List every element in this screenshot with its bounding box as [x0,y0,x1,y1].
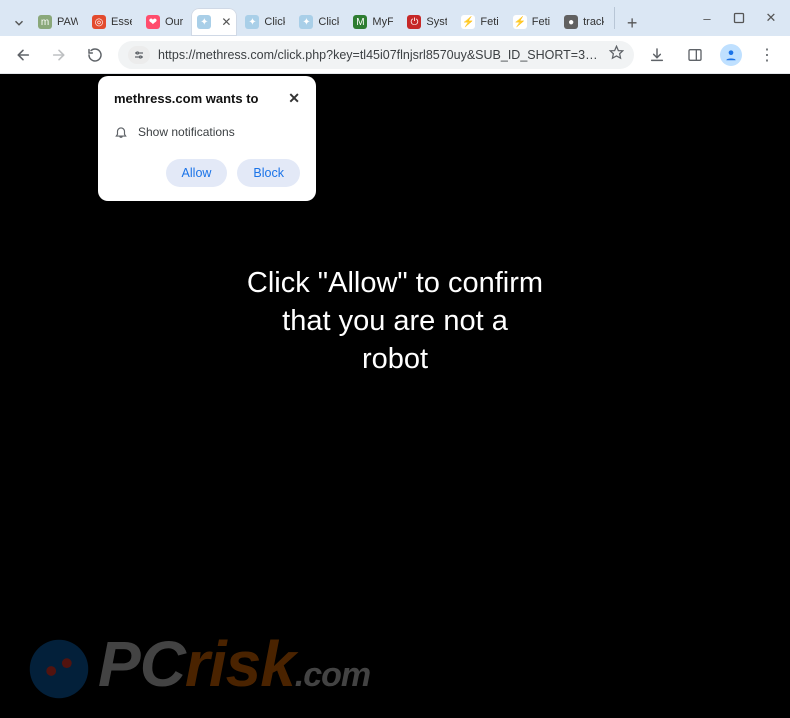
chrome-menu-button[interactable]: ⋮ [754,42,780,68]
sidepanel-button[interactable] [682,42,708,68]
forward-button[interactable] [46,42,72,68]
browser-tab[interactable]: ◎ Esse [86,8,138,36]
tab-favicon: ✦ [245,15,259,29]
toolbar-right: ⋮ [644,42,780,68]
arrow-left-icon [15,47,31,63]
prompt-close-button[interactable]: ✕ [288,90,300,107]
window-minimize-button[interactable]: – [692,4,722,32]
chevron-down-icon [12,16,26,30]
watermark-text-c: .com [295,656,370,694]
tab-title: Our [165,16,183,28]
watermark-text-a: PC [98,628,185,700]
watermark-text: PCrisk.com [98,634,370,705]
page-message-line3: robot [0,340,790,378]
bell-icon [114,125,128,139]
notification-permission-prompt: methress.com wants to ✕ Show notificatio… [98,76,316,201]
tab-favicon: m [38,15,52,29]
bookmark-button[interactable] [609,45,624,64]
tab-title: track [583,16,604,28]
tab-title: Esse [111,16,132,28]
url-text: https://methress.com/click.php?key=tl45i… [158,48,601,62]
tab-favicon: ⚡ [461,15,475,29]
browser-tab[interactable]: m PAW [32,8,84,36]
download-icon [649,47,665,63]
tab-favicon: M [353,15,367,29]
tab-title: MyF [372,16,393,28]
back-button[interactable] [10,42,36,68]
tab-title: Click [264,16,285,28]
tab-title: Syst [426,16,447,28]
browser-tab[interactable]: ❤ Our [140,8,189,36]
watermark-icon [20,630,98,708]
maximize-icon [733,12,745,24]
browser-tab[interactable]: ● track [558,8,610,36]
browser-tab[interactable]: ⏻ Syst [401,8,453,36]
window-controls: – ✕ [692,0,786,36]
tab-divider [614,7,615,29]
downloads-button[interactable] [644,42,670,68]
address-bar[interactable]: https://methress.com/click.php?key=tl45i… [118,41,634,69]
person-icon [724,48,738,62]
profile-button[interactable] [720,44,742,66]
browser-tab[interactable]: ✦ Click [239,8,291,36]
site-info-button[interactable] [128,46,150,64]
reload-icon [87,47,103,63]
tab-title: Click [318,16,339,28]
prompt-permission-label: Show notifications [138,125,235,139]
tab-title: Feti [532,16,550,28]
browser-tab[interactable]: ✦✕ [191,8,237,36]
panel-icon [687,47,703,63]
tab-favicon: ❤ [146,15,160,29]
tab-title: PAW [57,16,78,28]
browser-tab[interactable]: ⚡ Feti [507,8,556,36]
tab-favicon: ✦ [197,15,211,29]
block-button[interactable]: Block [237,159,300,187]
browser-tab[interactable]: ⚡ Feti [455,8,504,36]
tab-favicon: ● [564,15,578,29]
new-tab-button[interactable]: + [619,10,645,36]
tab-favicon: ⚡ [513,15,527,29]
search-tabs-button[interactable] [6,10,32,36]
window-close-button[interactable]: ✕ [756,4,786,32]
watermark-text-b: risk [185,628,295,700]
browser-tab[interactable]: ✦ Click [293,8,345,36]
tab-favicon: ◎ [92,15,106,29]
arrow-right-icon [51,47,67,63]
watermark: PCrisk.com [20,630,370,708]
reload-button[interactable] [82,42,108,68]
page-message: Click "Allow" to confirm that you are no… [0,264,790,378]
page-viewport: methress.com wants to ✕ Show notificatio… [0,74,790,718]
tab-title: Feti [480,16,498,28]
star-icon [609,45,624,60]
allow-button[interactable]: Allow [166,159,228,187]
prompt-title: methress.com wants to [114,91,259,106]
tune-icon [133,49,145,61]
browser-toolbar: https://methress.com/click.php?key=tl45i… [0,36,790,74]
tab-favicon: ⏻ [407,15,421,29]
page-message-line1: Click "Allow" to confirm [0,264,790,302]
browser-tab[interactable]: M MyF [347,8,399,36]
page-message-line2: that you are not a [0,302,790,340]
tab-close-button[interactable]: ✕ [221,16,231,28]
tabs-host: mPAW◎Esse❤Our✦✕✦Click✦ClickMMyF⏻Syst⚡Fet… [32,8,610,36]
window-maximize-button[interactable] [724,4,754,32]
tab-favicon: ✦ [299,15,313,29]
browser-tabstrip: mPAW◎Esse❤Our✦✕✦Click✦ClickMMyF⏻Syst⚡Fet… [0,0,790,36]
